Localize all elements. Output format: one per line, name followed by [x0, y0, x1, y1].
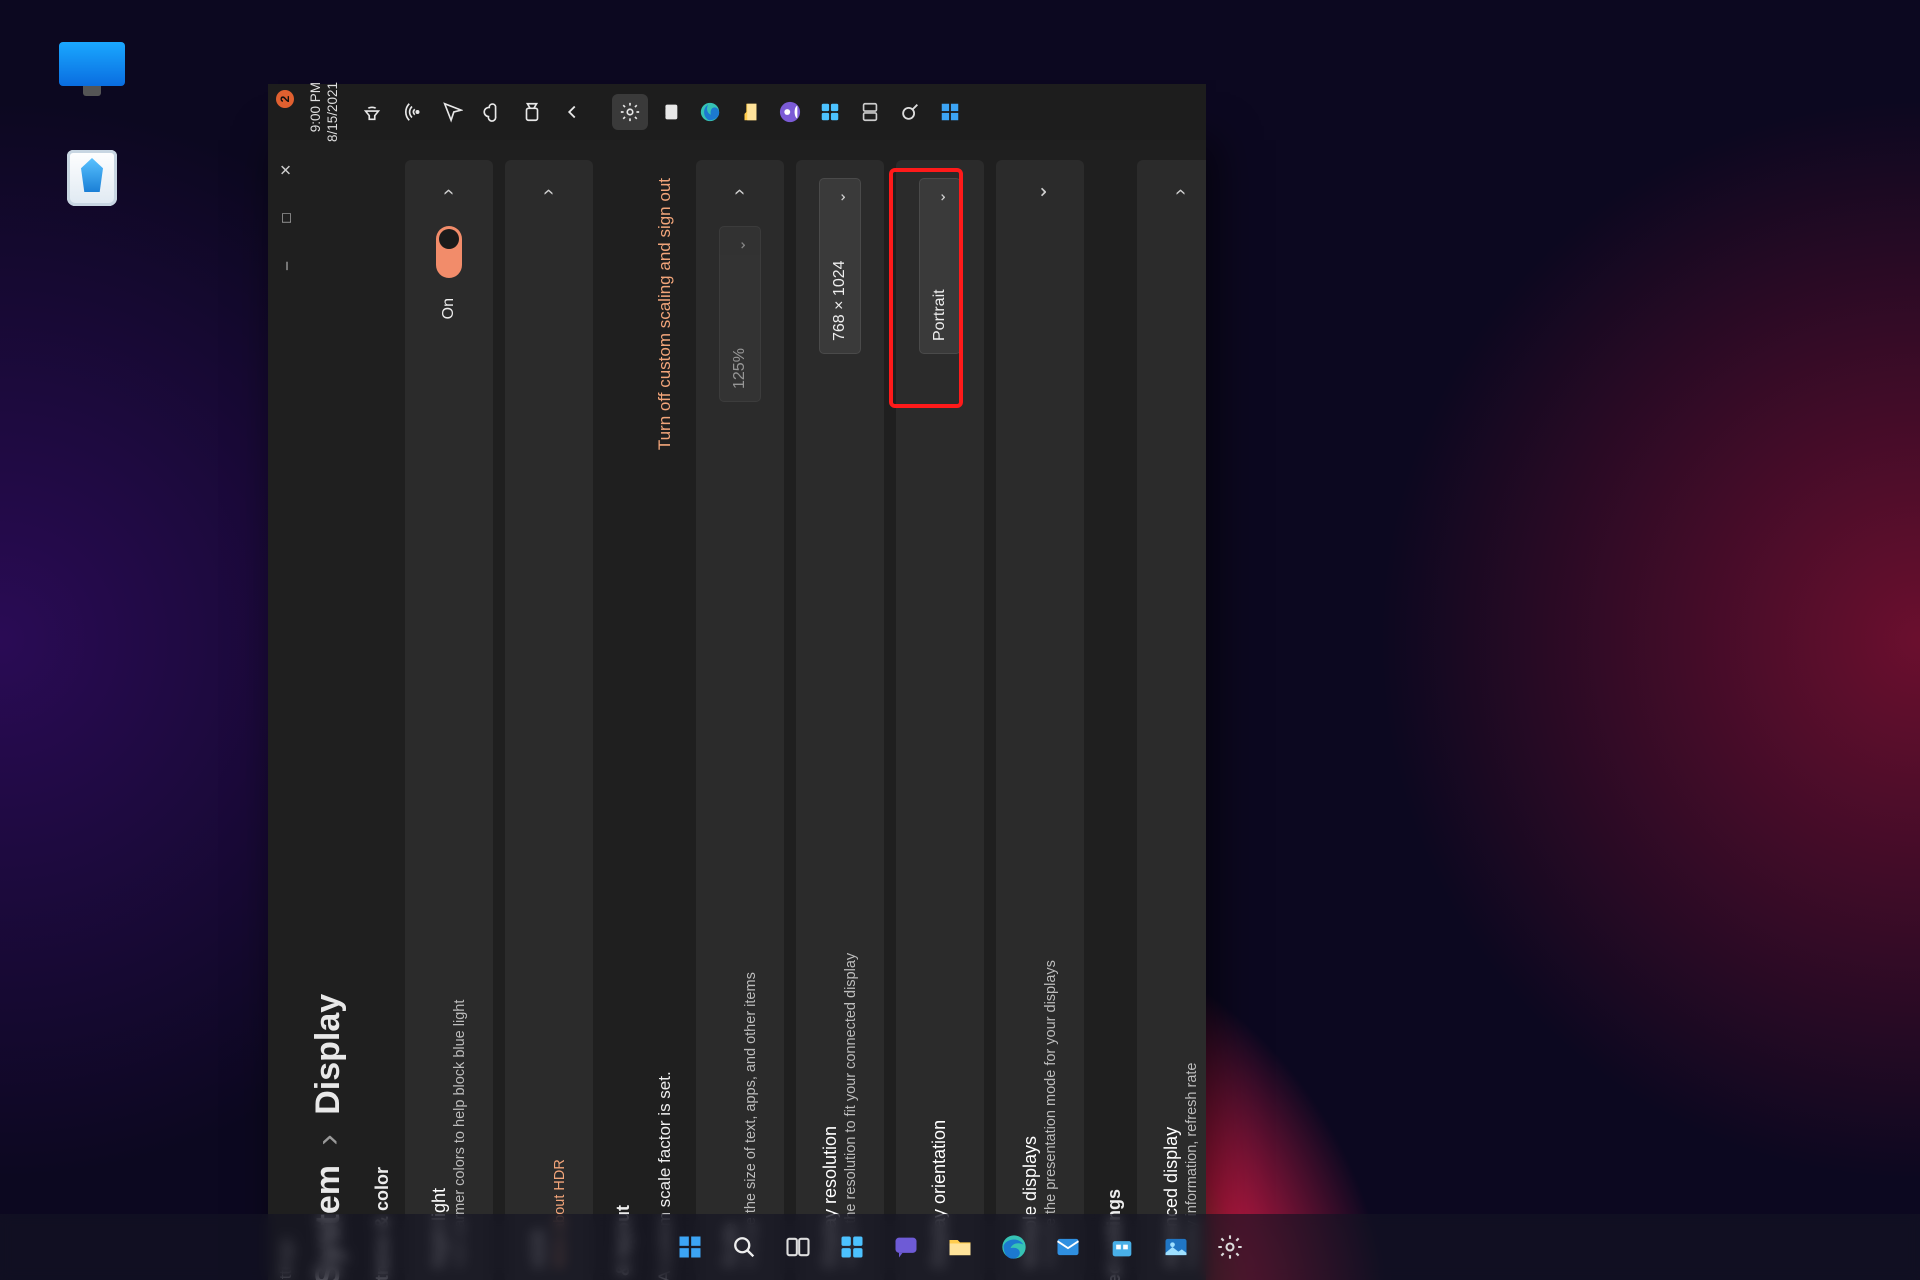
row-orientation[interactable]: Display orientation Portrait ⌄: [896, 160, 984, 1280]
resolution-title: Display resolution: [820, 372, 841, 1268]
notification-badge[interactable]: 2: [276, 90, 294, 108]
onedrive-icon[interactable]: [474, 94, 510, 130]
title-bar: ← Settings – □ ✕: [268, 140, 305, 1280]
chevron-down-icon[interactable]: ⌄: [1027, 178, 1052, 206]
taskbar-clock[interactable]: 9:00 PM 8/15/2021: [308, 82, 342, 142]
desktop-icon-recycle-bin[interactable]: [42, 150, 142, 212]
taskbar-date: 8/15/2021: [325, 82, 342, 142]
row-multiple-displays[interactable]: Multiple displays Choose the presentatio…: [996, 160, 1084, 1280]
monitor-icon: [59, 42, 125, 86]
advanced-sub: Display information, refresh rate: [1184, 224, 1200, 1268]
taskbar-taskview[interactable]: [852, 94, 888, 130]
meet-now-icon[interactable]: [514, 94, 550, 130]
row-custom-scale-warning: ! A custom scale factor is set. Turn off…: [646, 160, 684, 1280]
taskbar-settings[interactable]: [612, 94, 648, 130]
maximize-button[interactable]: □: [271, 196, 301, 240]
chevron-down-icon: ⌄: [831, 191, 849, 204]
row-hdr[interactable]: HDR HDR More about HDR ›: [505, 160, 593, 1280]
close-button[interactable]: ✕: [271, 148, 301, 192]
wifi-icon[interactable]: [394, 94, 430, 130]
section-brightness-color: Brightness & color: [358, 140, 399, 1280]
chevron-right-icon[interactable]: ›: [1169, 178, 1192, 206]
row-advanced-display[interactable]: Advanced display Display information, re…: [1137, 160, 1206, 1280]
taskbar-people[interactable]: [772, 94, 808, 130]
night-light-toggle[interactable]: [436, 226, 462, 278]
recycle-bin-icon: [67, 150, 117, 206]
advanced-title: Advanced display: [1161, 224, 1182, 1268]
chevron-right-icon[interactable]: ›: [437, 178, 460, 206]
chevron-right-icon: ›: [309, 1134, 347, 1145]
resolution-value: 768 × 1024: [831, 260, 849, 341]
taskbar-store[interactable]: [652, 94, 688, 130]
desktop: ← Settings – □ ✕ ☰ System › Display Brig…: [0, 0, 1920, 1280]
chevron-down-icon: ⌄: [931, 191, 949, 204]
night-light-sub: Use warmer colors to help block blue lig…: [452, 337, 468, 1268]
night-light-state: On: [440, 298, 458, 319]
taskbar-widgets[interactable]: [812, 94, 848, 130]
inner-taskbar: 2 9:00 PM 8/15/2021: [268, 84, 1206, 140]
breadcrumb: System › Display: [305, 140, 358, 1280]
breadcrumb-page: Display: [309, 994, 347, 1115]
chevron-up-icon[interactable]: [554, 94, 590, 130]
scale-title: Scale: [720, 420, 741, 1268]
section-scale-layout: Scale & layout: [599, 140, 640, 1280]
outer-widgets[interactable]: [832, 1227, 872, 1267]
volume-icon[interactable]: [354, 94, 390, 130]
row-resolution[interactable]: Display resolution Adjust the resolution…: [796, 160, 884, 1280]
outer-taskview[interactable]: [778, 1227, 818, 1267]
orientation-title: Display orientation: [929, 372, 950, 1268]
resolution-sub: Adjust the resolution to fit your connec…: [843, 372, 859, 1268]
desktop-icon-this-pc[interactable]: [42, 42, 142, 104]
outer-settings[interactable]: [1210, 1227, 1250, 1267]
orientation-dropdown[interactable]: Portrait ⌄: [919, 178, 961, 354]
chevron-down-icon: ⌄: [731, 239, 749, 252]
taskbar-time: 9:00 PM: [308, 82, 325, 142]
outer-search[interactable]: [724, 1227, 764, 1267]
outer-edge[interactable]: [994, 1227, 1034, 1267]
section-related: Related settings: [1090, 140, 1131, 1280]
hdr-title: HDR: [529, 224, 550, 1268]
night-light-title: Night light: [429, 337, 450, 1268]
scale-dropdown[interactable]: 125% ⌄: [719, 226, 761, 402]
resolution-dropdown[interactable]: 768 × 1024 ⌄: [819, 178, 861, 354]
scale-sub: Change the size of text, apps, and other…: [743, 420, 759, 1268]
warning-text: A custom scale factor is set.: [655, 464, 675, 1280]
row-scale[interactable]: Scale Change the size of text, apps, and…: [696, 160, 784, 1280]
outer-explorer[interactable]: [940, 1227, 980, 1267]
taskbar-edge[interactable]: [692, 94, 728, 130]
orientation-value: Portrait: [931, 289, 949, 341]
taskbar-explorer[interactable]: [732, 94, 768, 130]
multiple-sub: Choose the presentation mode for your di…: [1043, 224, 1059, 1268]
minimize-button[interactable]: –: [271, 244, 301, 288]
chevron-right-icon[interactable]: ›: [728, 178, 751, 206]
hdr-link[interactable]: More about HDR: [552, 224, 568, 1268]
settings-window: ← Settings – □ ✕ ☰ System › Display Brig…: [268, 140, 1206, 1280]
outer-start[interactable]: [670, 1227, 710, 1267]
taskbar-search[interactable]: [892, 94, 928, 130]
taskbar-start[interactable]: [932, 94, 968, 130]
row-night-light[interactable]: Night light Use warmer colors to help bl…: [405, 160, 493, 1280]
chevron-right-icon[interactable]: ›: [537, 178, 560, 206]
multiple-title: Multiple displays: [1020, 224, 1041, 1268]
outer-taskbar: [0, 1214, 1920, 1280]
outer-mail[interactable]: [1048, 1227, 1088, 1267]
outer-chat[interactable]: [886, 1227, 926, 1267]
outer-photos[interactable]: [1156, 1227, 1196, 1267]
location-icon[interactable]: [434, 94, 470, 130]
warning-link[interactable]: Turn off custom scaling and sign out: [655, 178, 675, 450]
outer-store[interactable]: [1102, 1227, 1142, 1267]
scale-value: 125%: [731, 348, 749, 389]
